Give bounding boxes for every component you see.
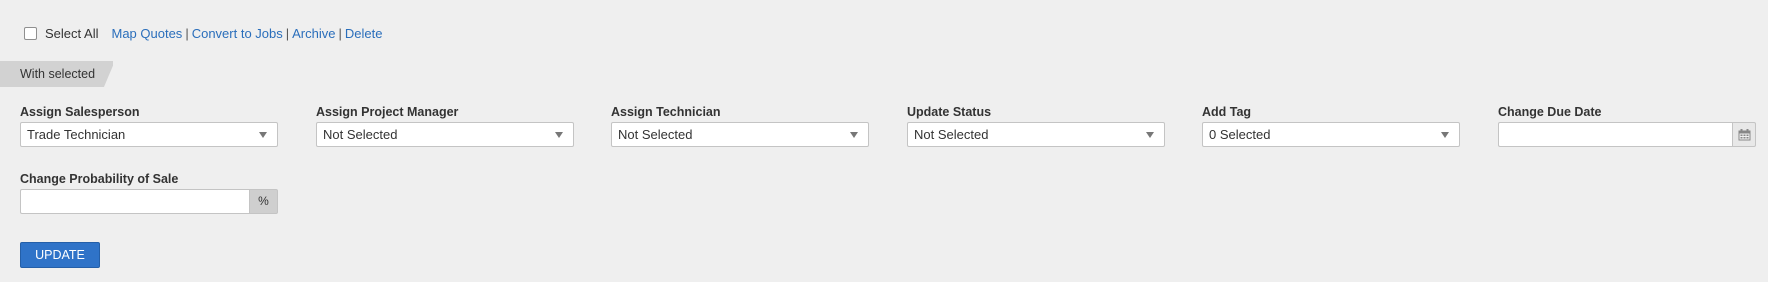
delete-link[interactable]: Delete bbox=[345, 26, 383, 41]
chevron-down-icon bbox=[1146, 132, 1154, 138]
assign-salesperson-field: Assign Salesperson Trade Technician bbox=[20, 104, 278, 147]
separator: | bbox=[338, 25, 342, 41]
map-quotes-link[interactable]: Map Quotes bbox=[111, 26, 182, 41]
add-tag-field: Add Tag 0 Selected bbox=[1202, 104, 1460, 147]
update-status-label: Update Status bbox=[907, 105, 992, 119]
add-tag-value: 0 Selected bbox=[1209, 127, 1271, 142]
assign-technician-value: Not Selected bbox=[618, 127, 693, 142]
probability-input[interactable] bbox=[20, 189, 249, 214]
assign-technician-label: Assign Technician bbox=[611, 105, 721, 119]
update-status-select[interactable]: Not Selected bbox=[907, 122, 1165, 147]
chevron-down-icon bbox=[850, 132, 858, 138]
assign-project-manager-select[interactable]: Not Selected bbox=[316, 122, 574, 147]
change-probability-field: Change Probability of Sale % bbox=[20, 171, 278, 214]
chevron-down-icon bbox=[1441, 132, 1449, 138]
assign-technician-select[interactable]: Not Selected bbox=[611, 122, 869, 147]
update-status-value: Not Selected bbox=[914, 127, 989, 142]
date-picker-button[interactable] bbox=[1732, 122, 1756, 147]
update-button[interactable]: UPDATE bbox=[20, 242, 100, 268]
add-tag-label: Add Tag bbox=[1202, 105, 1252, 119]
add-tag-select[interactable]: 0 Selected bbox=[1202, 122, 1460, 147]
separator: | bbox=[285, 25, 290, 41]
assign-project-manager-field: Assign Project Manager Not Selected bbox=[316, 104, 574, 147]
update-status-field: Update Status Not Selected bbox=[907, 104, 1165, 147]
change-probability-label: Change Probability of Sale bbox=[20, 172, 179, 186]
calendar-icon bbox=[1738, 129, 1751, 141]
archive-link[interactable]: Archive bbox=[292, 26, 335, 41]
select-all-checkbox[interactable] bbox=[24, 26, 37, 40]
percent-addon: % bbox=[249, 189, 278, 214]
bulk-actions-bar: Select All Map Quotes | Convert to Jobs … bbox=[24, 24, 382, 42]
assign-salesperson-label: Assign Salesperson bbox=[20, 105, 140, 119]
select-all-label[interactable]: Select All bbox=[45, 26, 98, 41]
due-date-input[interactable] bbox=[1498, 122, 1732, 147]
chevron-down-icon bbox=[259, 132, 267, 138]
assign-project-manager-label: Assign Project Manager bbox=[316, 105, 459, 119]
separator: | bbox=[185, 25, 189, 41]
assign-technician-field: Assign Technician Not Selected bbox=[611, 104, 869, 147]
change-due-date-field: Change Due Date bbox=[1498, 104, 1756, 147]
assign-salesperson-select[interactable]: Trade Technician bbox=[20, 122, 278, 147]
assign-salesperson-value: Trade Technician bbox=[27, 127, 126, 142]
assign-project-manager-value: Not Selected bbox=[323, 127, 398, 142]
with-selected-tab: With selected bbox=[0, 61, 113, 87]
convert-to-jobs-link[interactable]: Convert to Jobs bbox=[192, 26, 283, 41]
change-due-date-label: Change Due Date bbox=[1498, 105, 1602, 119]
chevron-down-icon bbox=[555, 132, 563, 138]
